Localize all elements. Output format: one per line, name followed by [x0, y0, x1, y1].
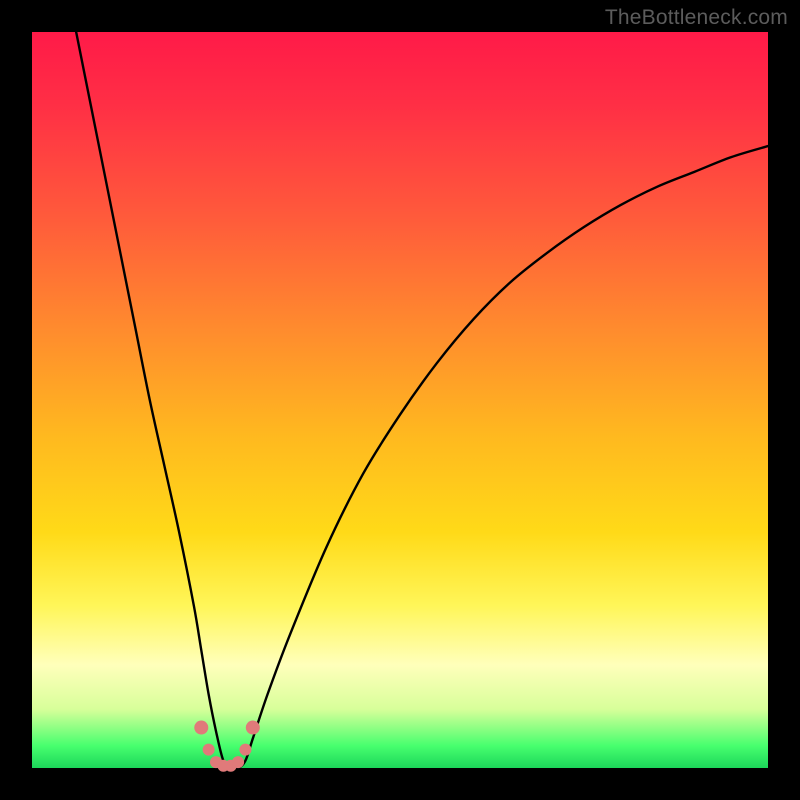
- plot-area: [32, 32, 768, 768]
- watermark-text: TheBottleneck.com: [605, 6, 788, 30]
- marker-dot: [246, 721, 260, 735]
- chart-frame: TheBottleneck.com: [0, 0, 800, 800]
- bottom-marker-dots: [194, 721, 260, 772]
- marker-dot: [239, 744, 251, 756]
- curve-layer: [32, 32, 768, 768]
- marker-dot: [203, 744, 215, 756]
- marker-dot: [232, 756, 244, 768]
- bottleneck-curve: [76, 32, 768, 769]
- marker-dot: [194, 721, 208, 735]
